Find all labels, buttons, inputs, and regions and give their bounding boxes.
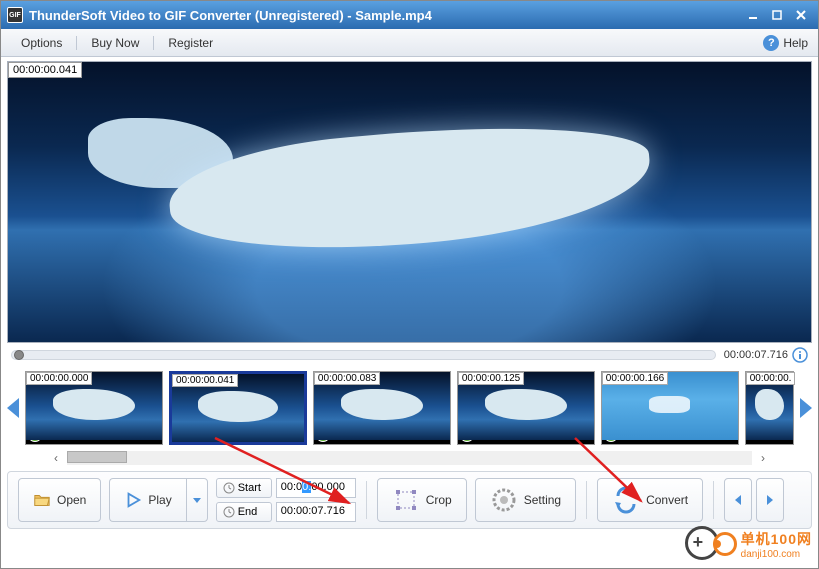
play-button-group: Play <box>109 478 207 522</box>
end-time-button[interactable]: End <box>216 502 272 522</box>
open-label: Open <box>57 493 86 507</box>
thumbnail-timestamp: 00:00:00.000 <box>26 372 92 385</box>
gear-icon <box>490 486 518 514</box>
setting-button[interactable]: Setting <box>475 478 576 522</box>
menubar: Options Buy Now Register ? Help <box>1 29 818 57</box>
prev-button[interactable] <box>724 478 752 522</box>
open-button[interactable]: Open <box>18 478 101 522</box>
window-title: ThunderSoft Video to GIF Converter (Unre… <box>29 8 740 23</box>
time-inputs: Start 00:00:00.000 End 00:00:07.716 <box>216 478 356 522</box>
thumbnail[interactable]: 00:00:00.083 <box>313 371 451 445</box>
thumbnail[interactable]: 00:00:00.000 <box>25 371 163 445</box>
nav-buttons <box>724 478 784 522</box>
thumbnails-strip: 00:00:00.000 00:00:00.041 00:00:00.083 00:0… <box>23 369 796 447</box>
watermark-line2: danji100.com <box>741 549 812 560</box>
setting-label: Setting <box>524 493 561 507</box>
convert-label: Convert <box>646 493 688 507</box>
video-preview: 00:00:00.041 <box>7 61 812 343</box>
menu-separator <box>153 36 154 50</box>
thumbnail-timestamp: 00:00:00.083 <box>314 372 380 385</box>
app-icon: GIF <box>7 7 23 23</box>
start-time-button[interactable]: Start <box>216 478 272 498</box>
clock-icon <box>223 482 235 494</box>
close-button[interactable] <box>790 6 812 24</box>
next-button[interactable] <box>756 478 784 522</box>
start-time-field[interactable]: 00:00:00.000 <box>276 478 356 498</box>
help-button[interactable]: ? Help <box>763 35 808 51</box>
play-dropdown[interactable] <box>186 478 208 522</box>
toolbar-separator <box>586 481 587 519</box>
preview-timestamp: 00:00:00.041 <box>8 62 82 78</box>
thumbs-scroll-left[interactable]: + <box>3 396 23 420</box>
crop-label: Crop <box>426 493 452 507</box>
thumbnail[interactable]: 00:00:00.166 <box>601 371 739 445</box>
plus-icon: + <box>803 405 809 416</box>
bottom-toolbar: Open Play Start 00:00:00.000 End 00:0 <box>7 471 812 529</box>
menu-separator <box>76 36 77 50</box>
scrollbar-left[interactable]: ‹ <box>49 451 63 465</box>
thumbnail-timestamp: 00:00:00.166 <box>602 372 668 385</box>
scrollbar-thumb[interactable] <box>67 451 127 463</box>
end-label: End <box>238 506 258 518</box>
crop-button[interactable]: Crop <box>377 478 467 522</box>
play-label: Play <box>148 493 171 507</box>
start-label: Start <box>238 482 261 494</box>
timeline-playhead[interactable] <box>14 350 24 360</box>
thumbnail[interactable]: 00:00:00.041 <box>169 371 307 445</box>
plus-icon: + <box>10 405 16 416</box>
thumbs-scrollbar: ‹ › <box>1 451 818 469</box>
timeline: 00:00:07.716 <box>1 345 818 365</box>
thumbnail-timestamp: 00:00:00. <box>746 372 796 385</box>
end-time-field[interactable]: 00:00:07.716 <box>276 502 356 522</box>
thumbs-scroll-right[interactable]: + <box>796 396 816 420</box>
toolbar-separator <box>713 481 714 519</box>
thumbnail[interactable]: 00:00:00. <box>745 371 794 445</box>
thumbnails-row: + 00:00:00.00000:00:00.04100:00:00.08300… <box>1 365 818 451</box>
convert-icon <box>612 486 640 514</box>
help-icon: ? <box>763 35 779 51</box>
convert-button[interactable]: Convert <box>597 478 703 522</box>
help-label: Help <box>783 36 808 50</box>
chevron-right-icon <box>763 493 777 507</box>
chevron-left-icon <box>731 493 745 507</box>
timeline-track[interactable] <box>11 350 716 360</box>
thumbnail-timestamp: 00:00:00.041 <box>172 374 238 387</box>
toolbar-separator <box>366 481 367 519</box>
titlebar: GIF ThunderSoft Video to GIF Converter (… <box>1 1 818 29</box>
info-icon[interactable] <box>792 347 808 363</box>
play-button[interactable]: Play <box>109 478 185 522</box>
clock-icon <box>223 506 235 518</box>
timeline-duration: 00:00:07.716 <box>724 349 788 361</box>
folder-icon <box>33 491 51 509</box>
maximize-button[interactable] <box>766 6 788 24</box>
preview-image <box>8 62 811 342</box>
play-icon <box>124 491 142 509</box>
thumbnail[interactable]: 00:00:00.125 <box>457 371 595 445</box>
menu-buynow[interactable]: Buy Now <box>81 32 149 54</box>
scrollbar-right[interactable]: › <box>756 451 770 465</box>
watermark-line1: 单机100网 <box>741 529 812 549</box>
menu-options[interactable]: Options <box>11 32 72 54</box>
crop-icon <box>392 486 420 514</box>
scrollbar-track[interactable] <box>67 451 752 465</box>
watermark-icon: + <box>685 526 737 562</box>
watermark: + 单机100网 danji100.com <box>685 526 812 562</box>
thumbnail-timestamp: 00:00:00.125 <box>458 372 524 385</box>
menu-register[interactable]: Register <box>158 32 223 54</box>
minimize-button[interactable] <box>742 6 764 24</box>
